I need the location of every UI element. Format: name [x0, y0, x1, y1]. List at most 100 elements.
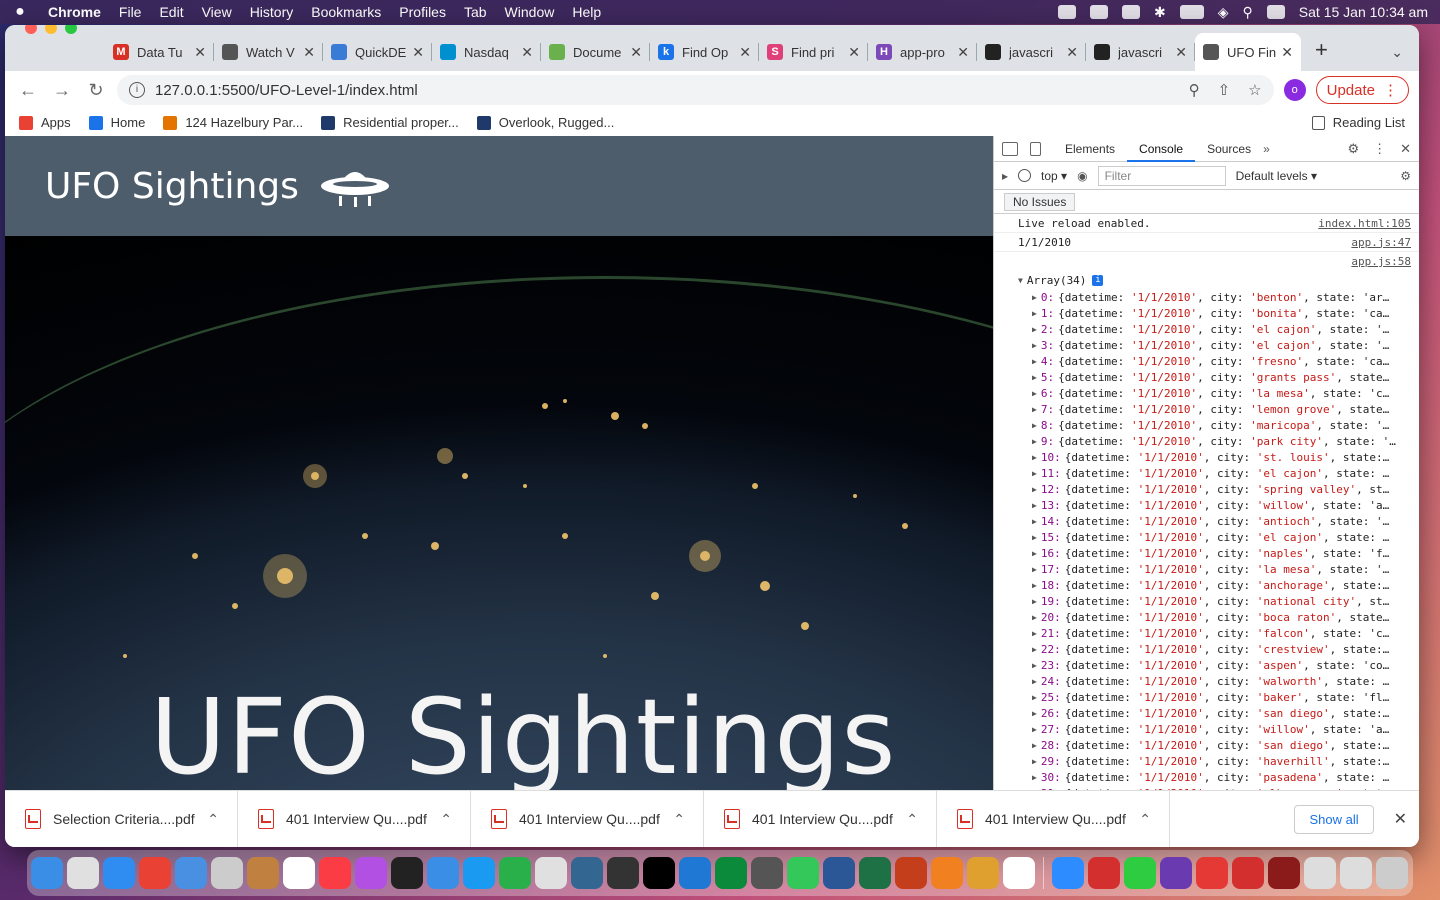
spotlight-search-icon[interactable]: ⚲	[1243, 4, 1253, 21]
dock-app-icon[interactable]	[391, 857, 423, 889]
dock-app-icon[interactable]	[1124, 857, 1156, 889]
array-entry-row[interactable]: ▶ 8: {datetime: '1/1/2010', city: 'maricop…	[994, 417, 1419, 433]
array-entry-row[interactable]: ▶ 2: {datetime: '1/1/2010', city: 'el cajo…	[994, 321, 1419, 337]
browser-tab[interactable]: javascri ✕	[1086, 33, 1195, 71]
browser-tab[interactable]: Watch V ✕	[214, 33, 323, 71]
array-entry-row[interactable]: ▶ 18: {datetime: '1/1/2010', city: 'anchor…	[994, 577, 1419, 593]
array-entry-row[interactable]: ▶ 0: {datetime: '1/1/2010', city: 'benton'…	[994, 289, 1419, 305]
menu-help[interactable]: Help	[572, 4, 601, 20]
share-icon[interactable]: ⇧	[1218, 81, 1231, 99]
dock-app-icon[interactable]	[787, 857, 819, 889]
dock-app-icon[interactable]	[931, 857, 963, 889]
zoom-window-button[interactable]	[65, 25, 77, 34]
site-info-icon[interactable]: i	[129, 82, 145, 98]
array-entry-row[interactable]: ▶ 30: {datetime: '1/1/2010', city: 'pasade…	[994, 769, 1419, 785]
bookmark-item[interactable]: Apps	[19, 115, 71, 130]
dock-app-icon[interactable]	[1052, 857, 1084, 889]
array-entry-row[interactable]: ▶ 3: {datetime: '1/1/2010', city: 'el cajo…	[994, 337, 1419, 353]
array-entry-row[interactable]: ▶ 26: {datetime: '1/1/2010', city: 'san di…	[994, 705, 1419, 721]
array-entry-row[interactable]: ▶ 5: {datetime: '1/1/2010', city: 'grants …	[994, 369, 1419, 385]
log-source-link[interactable]: app.js:58	[1351, 255, 1411, 268]
wifi-icon[interactable]: ◈	[1218, 4, 1229, 21]
dock-app-icon[interactable]	[1196, 857, 1228, 889]
battery-icon[interactable]	[1179, 5, 1204, 19]
dock-app-icon[interactable]	[247, 857, 279, 889]
dock-app-icon[interactable]	[895, 857, 927, 889]
dock-app-icon[interactable]	[679, 857, 711, 889]
console-filter-input[interactable]: Filter	[1097, 165, 1226, 186]
clear-console-icon[interactable]	[1018, 169, 1032, 182]
close-downloads-icon[interactable]: ✕	[1394, 809, 1407, 829]
log-source-link[interactable]: index.html:105	[1318, 217, 1411, 230]
close-window-button[interactable]	[25, 25, 37, 34]
new-tab-button[interactable]: +	[1301, 37, 1342, 71]
zoom-status-icon[interactable]	[1058, 5, 1077, 19]
dock-app-icon[interactable]	[175, 857, 207, 889]
tab-elements[interactable]: Elements	[1053, 136, 1127, 162]
array-entry-row[interactable]: ▶ 4: {datetime: '1/1/2010', city: 'fresno'…	[994, 353, 1419, 369]
browser-tab[interactable]: UFO Fin ✕	[1195, 33, 1301, 71]
array-entry-row[interactable]: ▶ 22: {datetime: '1/1/2010', city: 'crestv…	[994, 641, 1419, 657]
profile-avatar[interactable]: o	[1283, 79, 1306, 101]
browser-tab[interactable]: S Find pri ✕	[759, 33, 868, 71]
download-item[interactable]: 401 Interview Qu....pdf ⌃	[471, 790, 704, 847]
array-entry-row[interactable]: ▶ 13: {datetime: '1/1/2010', city: 'willow…	[994, 497, 1419, 513]
dock-app-icon[interactable]	[571, 857, 603, 889]
dock-app-icon[interactable]	[1340, 857, 1372, 889]
log-levels-dropdown[interactable]: Default levels ▾	[1236, 169, 1317, 183]
array-entry-row[interactable]: ▶ 15: {datetime: '1/1/2010', city: 'el caj…	[994, 529, 1419, 545]
browser-tab[interactable]: Docume ✕	[541, 33, 650, 71]
array-entry-row[interactable]: ▶ 29: {datetime: '1/1/2010', city: 'haverh…	[994, 753, 1419, 769]
site-brand[interactable]: UFO Sightings	[45, 166, 299, 207]
array-entry-row[interactable]: ▶ 21: {datetime: '1/1/2010', city: 'falcon…	[994, 625, 1419, 641]
menu-window[interactable]: Window	[505, 4, 555, 20]
dock-app-icon[interactable]	[1376, 857, 1408, 889]
settings-gear-icon[interactable]: ⚙	[1347, 141, 1359, 157]
browser-tab[interactable]: Happ-pro ✕	[868, 33, 977, 71]
url-text[interactable]: 127.0.0.1:5500/UFO-Level-1/index.html	[155, 82, 418, 99]
browser-tab[interactable]: QuickDE ✕	[323, 33, 432, 71]
close-tab-icon[interactable]: ✕	[848, 44, 860, 61]
browser-tab[interactable]: Nasdaq ✕	[432, 33, 541, 71]
log-source-link[interactable]: app.js:47	[1351, 236, 1411, 249]
dock-app-icon[interactable]	[1268, 857, 1300, 889]
tab-console[interactable]: Console	[1127, 136, 1196, 162]
array-entry-row[interactable]: ▶ 23: {datetime: '1/1/2010', city: 'aspen'…	[994, 657, 1419, 673]
show-all-downloads-button[interactable]: Show all	[1294, 804, 1374, 834]
reload-button[interactable]: ↻	[83, 80, 109, 101]
menu-history[interactable]: History	[250, 4, 294, 20]
dock-app-icon[interactable]	[715, 857, 747, 889]
bing-status-icon[interactable]	[1090, 5, 1109, 19]
menu-bookmarks[interactable]: Bookmarks	[311, 4, 381, 20]
tab-search-icon[interactable]: ⌄	[1391, 44, 1403, 61]
zoom-icon[interactable]: ⚲	[1189, 81, 1200, 99]
dock-app-icon[interactable]	[103, 857, 135, 889]
inspect-element-icon[interactable]	[1002, 141, 1018, 156]
dock-app-icon[interactable]	[1232, 857, 1264, 889]
close-tab-icon[interactable]: ✕	[521, 44, 533, 61]
bluetooth-icon[interactable]: ✱	[1154, 4, 1166, 21]
dock-app-icon[interactable]	[319, 857, 351, 889]
array-entry-row[interactable]: ▶ 7: {datetime: '1/1/2010', city: 'lemon g…	[994, 401, 1419, 417]
more-tabs-icon[interactable]: »	[1263, 142, 1270, 156]
array-entry-row[interactable]: ▶ 14: {datetime: '1/1/2010', city: 'antioc…	[994, 513, 1419, 529]
device-toolbar-icon[interactable]	[1030, 141, 1041, 156]
browser-tab[interactable]: javascri ✕	[977, 33, 1086, 71]
dock-app-icon[interactable]	[1160, 857, 1192, 889]
update-chrome-button[interactable]: Update ⋮	[1315, 76, 1409, 104]
browser-tab[interactable]: k Find Op ✕	[650, 33, 759, 71]
download-item[interactable]: 401 Interview Qu....pdf ⌃	[937, 790, 1170, 847]
close-tab-icon[interactable]: ✕	[739, 44, 751, 61]
close-tab-icon[interactable]: ✕	[1281, 44, 1293, 61]
bookmark-item[interactable]: 124 Hazelbury Par...	[163, 115, 303, 130]
dock-app-icon[interactable]	[1304, 857, 1336, 889]
minimize-window-button[interactable]	[45, 25, 57, 34]
devtools-menu-icon[interactable]: ⋮	[1373, 141, 1386, 157]
chevron-up-icon[interactable]: ⌃	[207, 811, 219, 828]
chevron-up-icon[interactable]: ⌃	[673, 811, 685, 828]
menu-file[interactable]: File	[119, 4, 142, 20]
dock-app-icon[interactable]	[643, 857, 675, 889]
dock-app-icon[interactable]	[535, 857, 567, 889]
dock-app-icon[interactable]	[1088, 857, 1120, 889]
tab-sources[interactable]: Sources	[1195, 136, 1263, 162]
